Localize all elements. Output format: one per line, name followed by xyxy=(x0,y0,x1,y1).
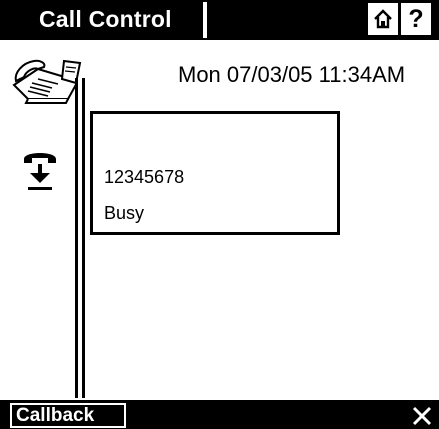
close-icon[interactable] xyxy=(410,404,434,428)
call-info-box: 12345678 Busy xyxy=(90,111,340,235)
datetime: Mon 07/03/05 11:34AM xyxy=(178,62,406,87)
softkey-bar: Callback xyxy=(0,400,439,429)
call-status: Busy xyxy=(104,203,145,223)
home-icon xyxy=(374,9,392,29)
home-button[interactable] xyxy=(368,3,398,35)
help-button[interactable]: ? xyxy=(401,3,431,35)
title-divider xyxy=(203,2,207,38)
connection-line xyxy=(75,78,85,398)
page-title: Call Control xyxy=(39,6,172,32)
title-bar: Call Control ? xyxy=(0,0,439,40)
call-number: 12345678 xyxy=(104,167,185,187)
help-icon: ? xyxy=(408,5,424,33)
handset-receive-icon xyxy=(24,153,56,190)
callback-button[interactable]: Callback xyxy=(10,403,126,428)
